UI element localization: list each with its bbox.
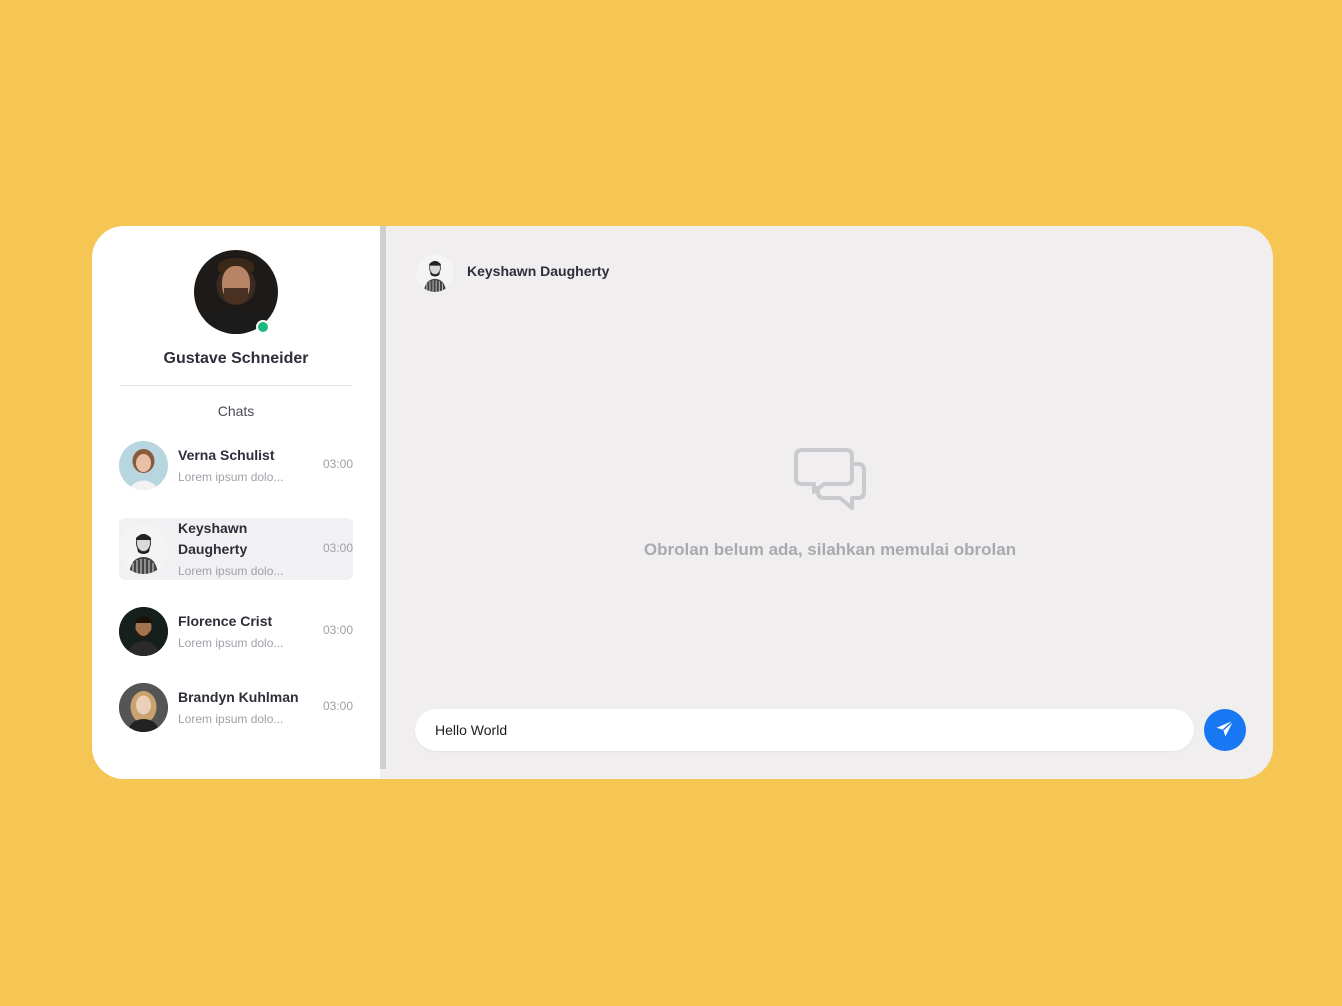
user-name: Gustave Schneider [163, 350, 309, 367]
chat-time: 03:00 [322, 457, 353, 471]
chat-time: 03:00 [322, 541, 353, 555]
message-input[interactable] [415, 709, 1194, 751]
divider [120, 385, 352, 386]
chat-name: Brandyn Kuhlman [178, 689, 299, 705]
chat-name: Keyshawn Daugherty [178, 520, 248, 557]
conversation-panel: Keyshawn Daugherty Obrolan belum ada, si… [386, 226, 1273, 779]
send-button[interactable] [1204, 709, 1246, 751]
chat-item-brandyn-kuhlman[interactable]: Brandyn Kuhlman Lorem ipsum dolo... 03:0… [119, 681, 353, 733]
chat-time: 03:00 [322, 623, 353, 637]
empty-conversation-message: Obrolan belum ada, silahkan memulai obro… [643, 540, 1017, 559]
avatar [119, 683, 168, 732]
chat-bubbles-icon [794, 446, 866, 523]
chat-preview: Lorem ipsum dolo... [178, 636, 284, 650]
avatar [119, 441, 168, 490]
online-status-indicator [256, 320, 270, 334]
avatar [119, 607, 168, 656]
sidebar: Gustave Schneider Chats Verna Schulist L… [92, 226, 380, 779]
chat-item-verna-schulist[interactable]: Verna Schulist Lorem ipsum dolo... 03:00 [119, 439, 353, 491]
chat-app: Gustave Schneider Chats Verna Schulist L… [92, 226, 1273, 779]
avatar [119, 525, 168, 574]
chat-name: Verna Schulist [178, 447, 275, 463]
chat-preview: Lorem ipsum dolo... [178, 712, 284, 726]
paper-plane-icon [1215, 719, 1235, 742]
chat-preview: Lorem ipsum dolo... [178, 564, 284, 578]
chat-preview: Lorem ipsum dolo... [178, 470, 284, 484]
chat-name: Florence Crist [178, 613, 273, 629]
chat-item-florence-crist[interactable]: Florence Crist Lorem ipsum dolo... 03:00 [119, 605, 353, 657]
contact-name: Keyshawn Daugherty [467, 263, 610, 279]
chat-item-keyshawn-daugherty[interactable]: Keyshawn Daugherty Lorem ipsum dolo... 0… [119, 518, 353, 580]
chat-time: 03:00 [322, 699, 353, 713]
chats-heading: Chats [217, 403, 255, 419]
contact-avatar[interactable] [416, 254, 454, 292]
